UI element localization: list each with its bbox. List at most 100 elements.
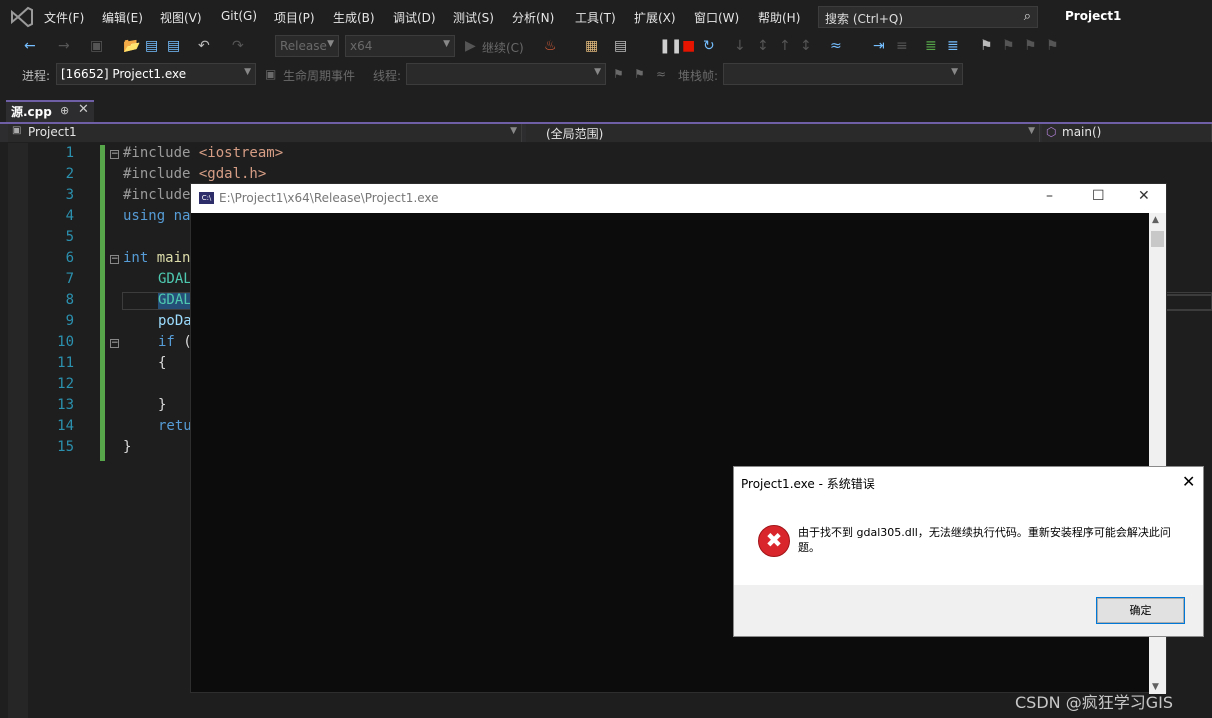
pause-icon[interactable]: ❚❚ xyxy=(659,37,682,55)
save-icon[interactable]: ▤ xyxy=(145,37,158,55)
new-item-icon[interactable]: ▣ xyxy=(90,37,103,55)
bookmark-next-icon[interactable]: ⚑ xyxy=(1024,37,1037,55)
bookmark-prev-icon[interactable]: ⚑ xyxy=(1002,37,1015,55)
project-value: Project1 xyxy=(28,125,77,139)
menu-window[interactable]: 窗口(W) xyxy=(694,9,739,26)
code-line: GDAL xyxy=(158,292,192,308)
step-into-icon[interactable]: ↓ xyxy=(734,37,746,55)
method-icon: ⬡ xyxy=(1046,125,1057,139)
scroll-thumb[interactable] xyxy=(1151,231,1164,247)
console-app-icon: C:\ xyxy=(199,192,214,204)
menu-tools[interactable]: 工具(T) xyxy=(575,9,616,26)
stackframe-label: 堆栈帧: xyxy=(678,69,719,83)
redo-icon[interactable]: ↷ xyxy=(232,37,244,55)
lifecycle-icon[interactable]: ▣ xyxy=(265,67,276,81)
thread-flag-icon[interactable]: ⚑ xyxy=(634,67,645,81)
visual-studio-logo-icon[interactable] xyxy=(10,6,34,28)
open-folder-icon[interactable]: 📂 xyxy=(123,37,140,55)
line-number: 12 xyxy=(57,376,74,392)
line-number: 10 xyxy=(57,334,74,350)
restart-icon[interactable]: ↻ xyxy=(703,37,715,55)
hot-reload-icon[interactable]: ♨ xyxy=(544,37,557,55)
menu-build[interactable]: 生成(B) xyxy=(333,9,375,26)
scope-combo[interactable]: (全局范围) ▼ xyxy=(526,124,1040,142)
process-combo[interactable]: [16652] Project1.exe ▼ xyxy=(56,63,256,85)
continue-label[interactable]: 继续(C) xyxy=(482,39,524,56)
layout-icon[interactable]: ▤ xyxy=(614,37,627,55)
flag-icon[interactable]: ⚑ xyxy=(613,67,624,81)
menu-debug[interactable]: 调试(D) xyxy=(393,9,436,26)
open-file-icon[interactable]: ▦ xyxy=(585,37,598,55)
platform-combo[interactable]: x64 ▼ xyxy=(345,35,455,57)
close-icon[interactable]: ✕ xyxy=(1138,188,1150,204)
line-number: 9 xyxy=(65,313,74,329)
navigation-bar: ▣ Project1 ▼ (全局范围) ▼ ⬡ main() xyxy=(0,124,1212,142)
menu-git[interactable]: Git(G) xyxy=(221,9,257,23)
show-next-statement-icon[interactable]: ⇥ xyxy=(873,37,885,55)
ok-button[interactable]: 确定 xyxy=(1096,597,1185,624)
line-number: 15 xyxy=(57,439,74,455)
diagnostic-icon[interactable]: ≈ xyxy=(830,37,842,55)
solution-name: Project1 xyxy=(1065,9,1122,23)
menu-view[interactable]: 视图(V) xyxy=(160,9,202,26)
editor-guide-line xyxy=(1167,294,1212,311)
fold-toggle-icon[interactable]: − xyxy=(110,150,119,159)
save-all-icon[interactable]: ▤ xyxy=(167,37,180,55)
toggle-icon[interactable]: ≡ xyxy=(896,37,908,55)
watermark: CSDN @疯狂学习GIS xyxy=(1015,693,1173,712)
step-over-icon[interactable]: ↕ xyxy=(757,37,769,55)
continue-icon[interactable]: ▶ xyxy=(465,37,476,55)
maximize-icon[interactable]: ☐ xyxy=(1092,188,1105,204)
fold-toggle-icon[interactable]: − xyxy=(110,339,119,348)
code-line: if ( xyxy=(158,334,192,350)
project-combo[interactable]: ▣ Project1 ▼ xyxy=(8,124,522,142)
undo-icon[interactable]: ↶ xyxy=(198,37,210,55)
configuration-combo[interactable]: Release ▼ xyxy=(275,35,339,57)
stack-icon[interactable]: ≈ xyxy=(656,67,666,81)
menu-test[interactable]: 测试(S) xyxy=(453,9,494,26)
scroll-up-icon[interactable]: ▲ xyxy=(1152,215,1159,225)
change-tracking-bar xyxy=(100,145,105,461)
menu-file[interactable]: 文件(F) xyxy=(44,9,84,26)
search-box[interactable]: 搜索 (Ctrl+Q) ⌕ xyxy=(818,6,1038,28)
line-number: 3 xyxy=(65,187,74,203)
navigate-forward-icon[interactable]: → xyxy=(58,37,70,55)
tab-source-cpp[interactable]: 源.cpp ⊕ ✕ xyxy=(6,100,94,122)
bookmark-icon[interactable]: ⚑ xyxy=(980,37,993,55)
process-label: 进程: xyxy=(22,69,51,83)
line-number: 6 xyxy=(65,250,74,266)
menu-extensions[interactable]: 扩展(X) xyxy=(634,9,676,26)
navigate-back-icon[interactable]: ← xyxy=(24,37,36,55)
comment-icon[interactable]: ≣ xyxy=(925,37,937,55)
console-titlebar[interactable]: C:\ E:\Project1\x64\Release\Project1.exe… xyxy=(191,184,1166,213)
menu-project[interactable]: 项目(P) xyxy=(274,9,315,26)
stackframe-combo[interactable]: ▼ xyxy=(723,63,963,85)
minimize-icon[interactable]: – xyxy=(1046,188,1053,204)
thread-combo[interactable]: ▼ xyxy=(406,63,606,85)
code-line: #include xyxy=(123,187,191,203)
line-number: 2 xyxy=(65,166,74,182)
stop-icon[interactable]: ■ xyxy=(682,37,695,55)
close-icon[interactable]: ✕ xyxy=(78,102,89,117)
menu-edit[interactable]: 编辑(E) xyxy=(102,9,143,26)
member-combo[interactable]: ⬡ main() xyxy=(1042,124,1212,142)
lifecycle-events-label[interactable]: 生命周期事件 xyxy=(283,67,355,84)
pin-icon[interactable]: ⊕ xyxy=(60,104,69,117)
close-icon[interactable]: ✕ xyxy=(1182,472,1195,491)
standard-toolbar: ← → ▣ 📂 ▤ ▤ ↶ ↷ Release ▼ x64 ▼ ▶ 继续(C) … xyxy=(0,33,1212,60)
line-number: 7 xyxy=(65,271,74,287)
menu-analyze[interactable]: 分析(N) xyxy=(512,9,554,26)
bookmark-clear-icon[interactable]: ⚑ xyxy=(1046,37,1059,55)
system-error-dialog: Project1.exe - 系统错误 ✕ ✖ 由于找不到 gdal305.dl… xyxy=(733,466,1204,637)
uncomment-icon[interactable]: ≣ xyxy=(947,37,959,55)
member-value: main() xyxy=(1062,125,1102,139)
step-out-icon[interactable]: ↑ xyxy=(779,37,791,55)
document-tab-bar: 源.cpp ⊕ ✕ xyxy=(0,100,1212,124)
step-icon[interactable]: ↕ xyxy=(800,37,812,55)
code-line: #include <iostream> xyxy=(123,145,284,161)
menu-help[interactable]: 帮助(H) xyxy=(758,9,800,26)
console-title: E:\Project1\x64\Release\Project1.exe xyxy=(219,191,439,205)
error-icon: ✖ xyxy=(758,525,790,557)
chevron-down-icon: ▼ xyxy=(510,126,517,136)
fold-toggle-icon[interactable]: − xyxy=(110,255,119,264)
